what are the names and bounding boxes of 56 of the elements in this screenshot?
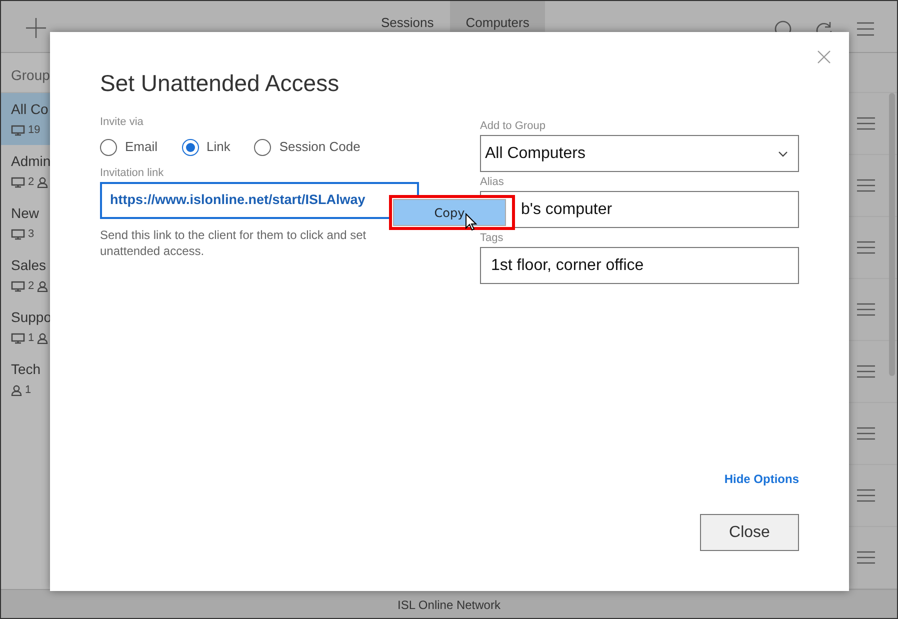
radio-label[interactable]: Link: [206, 137, 230, 157]
radio-button[interactable]: [182, 138, 199, 156]
row-menu-icon[interactable]: [857, 241, 875, 254]
link-field[interactable]: https://www.islonline.net/start/ISLAlway: [100, 182, 419, 219]
group-select[interactable]: All Computers: [480, 135, 799, 172]
field-label: Invitation link: [100, 166, 165, 180]
count-text: 2: [28, 279, 34, 294]
row-menu-icon[interactable]: [857, 179, 875, 192]
row-menu-icon[interactable]: [857, 365, 875, 378]
row-menu-icon[interactable]: [857, 117, 875, 130]
select-value: All Computers: [485, 144, 586, 164]
user-icon: [37, 332, 48, 344]
radio-button[interactable]: [100, 138, 117, 156]
count-text: 1: [25, 383, 32, 398]
group-item[interactable]: Sales 2: [1, 249, 91, 301]
user-icon: [37, 176, 48, 188]
monitor-icon: [11, 280, 25, 292]
row-menu-icon[interactable]: [857, 551, 875, 564]
monitor-icon: [11, 228, 25, 240]
user-icon: [37, 280, 48, 292]
row-menu-icon[interactable]: [857, 489, 875, 502]
group-item[interactable]: Admin 2: [1, 145, 91, 197]
count-text: 1: [28, 331, 34, 346]
hint-text: Send this link to the client for them to click and set unattended access.: [100, 226, 368, 260]
alias-field[interactable]: b's computer: [480, 191, 799, 228]
scrollbar-thumb[interactable]: [889, 93, 895, 376]
field-label: Add to Group: [480, 120, 546, 134]
plus-icon[interactable]: [25, 17, 47, 39]
group-item[interactable]: Suppo 1: [1, 301, 91, 353]
sidebar-header: Group: [11, 67, 50, 83]
menu-icon[interactable]: [856, 20, 875, 38]
user-icon: [11, 384, 22, 396]
radio-label[interactable]: Session Code: [279, 137, 360, 157]
chevron-icon: [778, 150, 788, 157]
menu-item[interactable]: Copy: [393, 199, 506, 226]
group-item[interactable]: Tech 1: [1, 353, 91, 405]
monitor-icon: [11, 124, 25, 136]
status-text: ISL Online Network: [398, 598, 500, 612]
row-menu-icon[interactable]: [857, 303, 875, 316]
close-icon[interactable]: [817, 50, 831, 64]
field-label: Tags: [480, 232, 504, 246]
hide-options-link[interactable]: Hide Options: [724, 470, 799, 488]
radio-label[interactable]: Email: [125, 137, 158, 157]
monitor-icon: [11, 176, 25, 188]
count-text: 2: [28, 175, 34, 190]
field-label: Invite via: [100, 116, 144, 130]
count-text: 19: [28, 123, 40, 138]
radio-button[interactable]: [254, 138, 272, 156]
dialog-title: Set Unattended Access: [100, 70, 340, 96]
row-menu-icon[interactable]: [857, 427, 875, 440]
close-button[interactable]: Close: [700, 514, 799, 551]
field-label: Alias: [480, 176, 505, 190]
count-text: 3: [28, 227, 34, 242]
tags-field[interactable]: 1st floor, corner office: [480, 247, 799, 284]
monitor-icon: [11, 332, 25, 344]
group-item[interactable]: New 3: [1, 197, 91, 249]
